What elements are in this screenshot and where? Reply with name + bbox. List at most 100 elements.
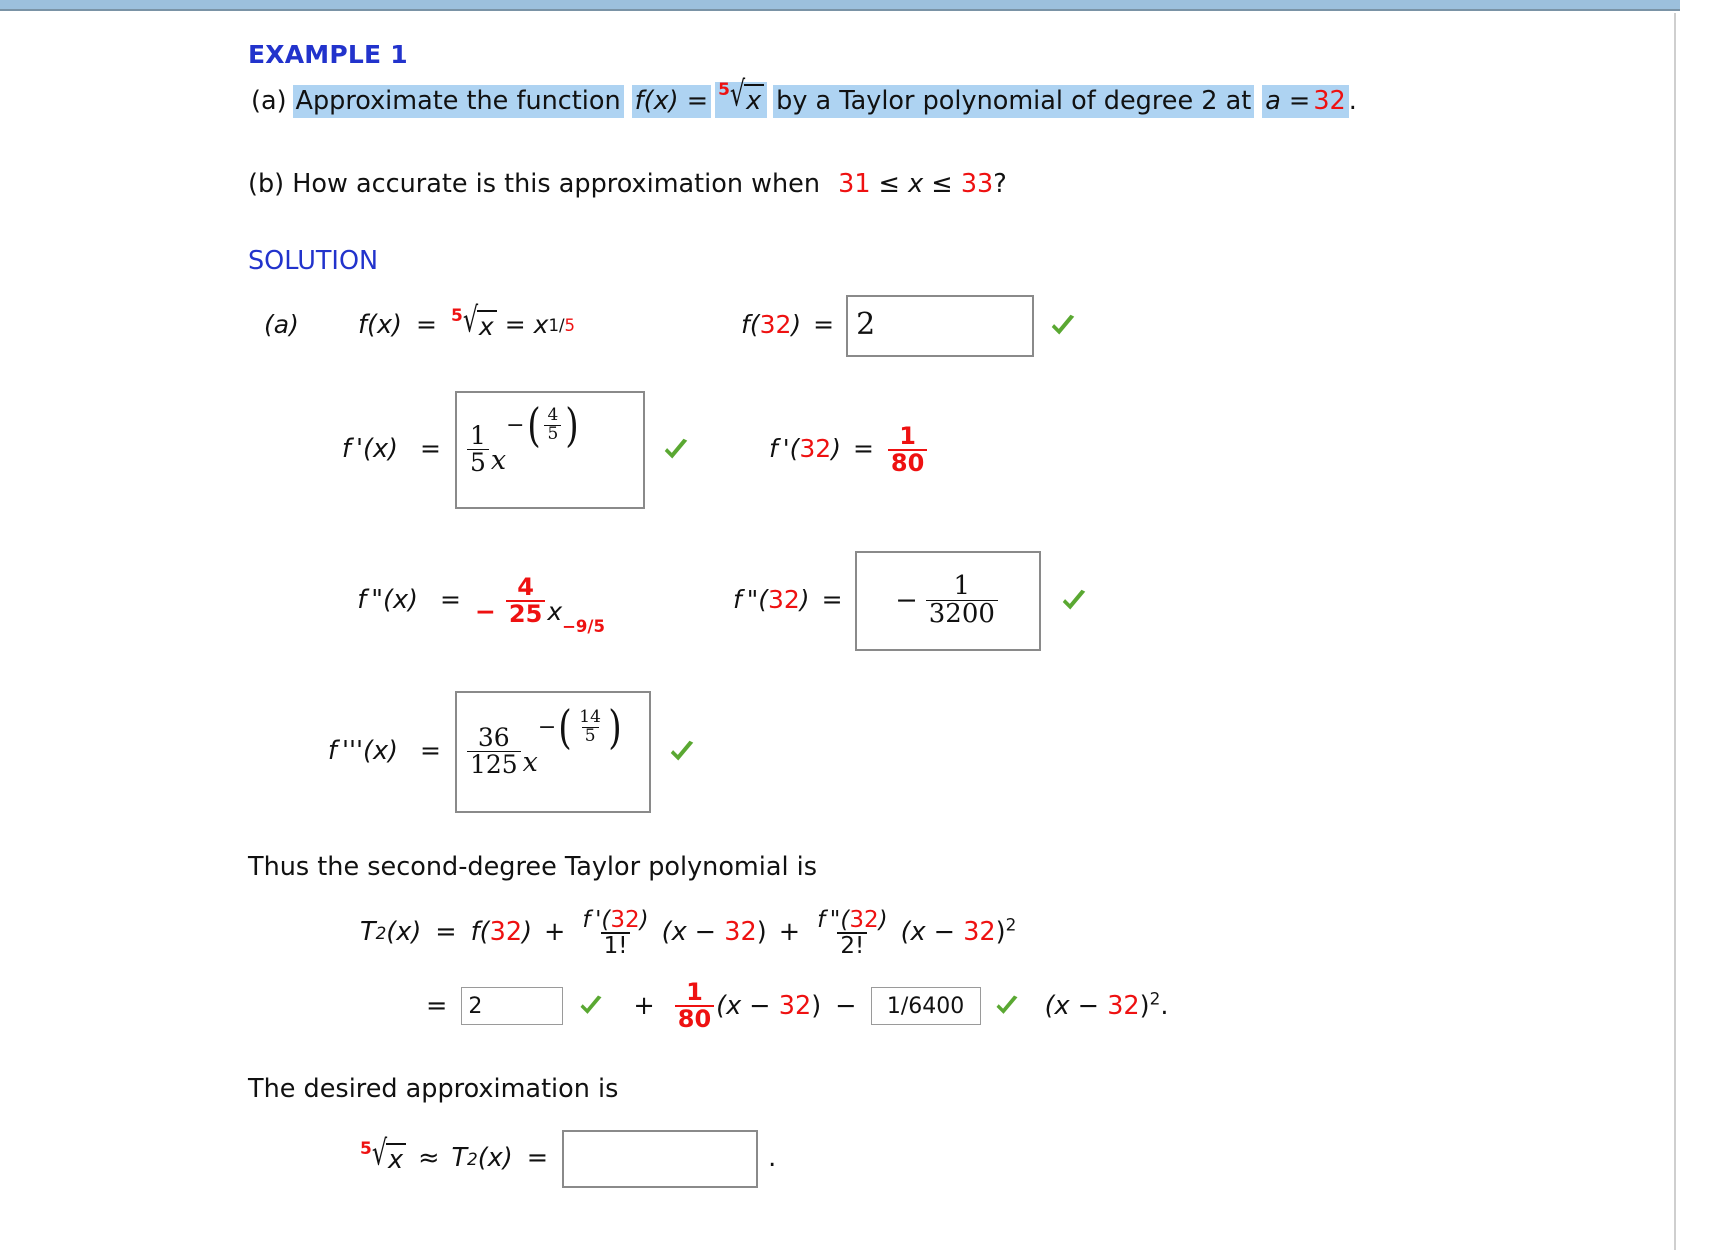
part-b-lower: 31 [838,169,871,200]
row-fpp-eval-lhs: f "(32) [732,585,810,615]
f-prime-exponent: − ( 4 5 ) [506,398,581,453]
fpp-variable: x [547,597,563,627]
example-title: EXAMPLE 1 [248,40,408,69]
radical-sign-icon-final: √ [371,1133,388,1174]
fpp32-sign: − [895,585,918,617]
fifth-root-icon-f: 5 √ x [451,303,497,342]
question-part-a: (a) Approximate the function f(x) = 5 √ x … [248,77,1588,119]
taylor-t1-num-f: f '( [582,907,611,933]
taylor-t2-num-close: ) [878,907,888,933]
taylor-result-f1-close: ) [811,990,822,1021]
left-paren-icon: ( [526,398,541,453]
fpp-coefficient: 4 25 [505,572,546,627]
right-paren-icon: ) [565,398,580,453]
row-fp-eval-lhs: f '(32) [769,434,841,464]
part-b-rel-1: ≤ [878,169,901,200]
row-f-eval-post: ) [791,310,802,340]
f-prime-exp-den: 5 [544,424,562,444]
taylor-term-2-fraction: f "(32) 2! [814,908,891,958]
answer-box-f-double-prime-32[interactable]: − 1 3200 [854,550,1041,651]
answer-box-f32[interactable]: 2 [846,294,1035,357]
part-a-text-1: Approximate the function [292,84,624,119]
taylor-result-equals: = [426,990,448,1021]
row-f-eval-pre: f( [741,310,760,340]
row-fppp-equals: = [420,736,441,766]
answer-box-constant-value: 2 [468,993,483,1019]
fpp32-fraction: 1 3200 [925,570,998,629]
taylor-t1-factor-point: 32 [724,917,757,948]
taylor-t2-factor: (x − 32)2 [901,914,1017,948]
part-a-fx-eq: f(x) = [631,84,712,119]
taylor-result-factor-2: (x − 32)2. [1044,990,1169,1021]
answer-box-f-triple-prime-expr[interactable]: 36 125 x − ( 14 5 ) [454,690,651,813]
fpp-coef-den: 25 [505,599,546,627]
taylor-result-fraction: 1 80 [674,980,715,1032]
taylor-plus-1: + [544,917,566,948]
taylor-t2-factor-sup: 2 [1005,914,1017,935]
taylor-result-f2-sup: 2 [1149,988,1161,1009]
taylor-t1-num-point: 32 [610,907,640,933]
fppp-exponent: − ( 14 5 ) [538,700,624,755]
row-fpp-eval-point: 32 [767,585,800,615]
part-b-rel-2: ≤ [931,169,953,200]
fpp32-num: 1 [953,570,971,601]
row-fp-eval-post: ) [831,434,841,464]
taylor-result: = 2 + 1 80 (x − 32) − 1/6400 (x − 32)2. [426,980,1588,1033]
row-fpp-eval-pre: f "( [732,585,768,615]
row-f-exp-num: 1/ [548,315,565,335]
right-paren-icon-2: ) [608,700,622,755]
correct-check-icon-fpp32 [1059,586,1089,616]
fppp-variable: x [522,747,538,779]
taylor-term-1-fraction: f '(32) 1! [579,908,651,958]
taylor-equals: = [435,917,457,948]
correct-check-icon-constant [577,992,605,1020]
radical-sign-icon-f: √ [462,300,479,341]
taylor-result-minus: − [835,990,857,1021]
part-b-var: x [908,169,924,200]
row-fpp-eval-equals: = [821,585,843,615]
part-a-period: . [1348,85,1357,116]
answer-box-final-approximation[interactable] [562,1129,759,1188]
correct-check-icon-quadratic [993,992,1021,1020]
taylor-t2-num-f: f "( [817,907,850,933]
fppp-exp-fraction: 14 5 [576,708,604,746]
answer-box-quadratic-coefficient[interactable]: 1/6400 [870,987,981,1026]
row-fppp-lhs: f '''(x) [327,736,398,767]
taylor-result-f2-close: ) [1139,990,1150,1021]
f-triple-prime-expression: 36 125 x − ( 14 5 ) [465,704,624,779]
fpp-coef-num: 4 [517,572,534,601]
taylor-t1-num-close: ) [639,907,649,933]
taylor-t0-point: 32 [489,917,523,948]
fpp-sign: − [474,597,496,627]
row-f-exp-den: 5 [564,315,576,335]
derivative-row-f-double-prime: f "(x) = − 4 25 x −9/5 f "(32) = − 1 320… [248,550,1588,651]
part-a-label: (a) [251,85,287,116]
radical-index-final: 5 [360,1138,372,1159]
f-prime-expression: 1 5 x − ( 4 5 ) [465,402,581,477]
fifth-root-icon-final: 5 √ x [360,1136,407,1175]
fppp-coefficient: 36 125 [466,724,521,779]
approximation-period: . [768,1143,777,1174]
f-prime-coefficient: 1 5 [466,422,489,477]
f-prime-exp-fraction: 4 5 [544,406,562,444]
taylor-plus-2: + [778,917,801,948]
taylor-result-factor-1: (x − 32) [716,990,822,1021]
derivative-row-f-prime: f '(x) = 1 5 x − ( 4 5) f '(32) = 1 80 [248,390,1588,509]
part-a-a-value: 32 [1313,84,1349,119]
row-f-eval-point: 32 [759,310,792,340]
page-panel: EXAMPLE 1 (a) Approximate the function f… [0,13,1676,1250]
taylor-t1-factor-open: (x − [661,917,725,948]
fpp32-den: 3200 [925,600,998,628]
answer-box-f-prime-expr[interactable]: 1 5 x − ( 4 5 ) [454,390,645,509]
approximation-T-var: (x) [477,1143,513,1174]
fppp-coef-den: 125 [466,751,521,778]
taylor-result-f2-open: (x − [1044,990,1108,1021]
answer-box-constant-term[interactable]: 2 [461,987,564,1026]
taylor-t1-num: f '(32) [579,908,651,932]
row-fp-eval-equals: = [852,434,874,464]
f-double-prime-expression: − 4 25 x −9/5 [474,572,605,636]
taylor-result-f2-point: 32 [1107,990,1140,1021]
correct-check-icon-f-prime [661,435,691,465]
taylor-t1-factor-close: ) [756,917,767,948]
row-f-tail-equals: = [504,310,526,340]
